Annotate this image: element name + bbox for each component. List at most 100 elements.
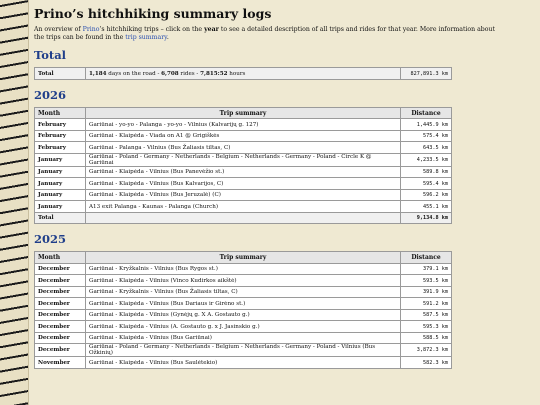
row-trip: Gariūnai - Poland - Germany - Netherland… [85, 343, 401, 358]
header-month: Month [34, 106, 86, 120]
table-row: February Gariūnai - yo-yo - Palanga - yo-… [34, 118, 452, 131]
row-month: January [34, 165, 86, 179]
header-trip-summary: Trip summary [85, 106, 401, 120]
row-distance: 455.1 km [400, 200, 452, 213]
header-trip-summary: Trip summary [85, 251, 401, 264]
header-distance: Distance [400, 106, 452, 120]
row-month: January [34, 177, 86, 190]
row-month: February [34, 118, 86, 131]
table-header-row: Month Trip summary Distance [34, 251, 452, 264]
table-row: January Gariūnai - Klaipėda - Vilnius (Bu… [34, 165, 452, 179]
row-trip: Gariūnai - Poland - Germany - Netherland… [85, 152, 401, 167]
row-trip: Gariūnai - Kryžkalnis - Vilnius (Bus Žal… [85, 285, 401, 299]
table-row: January Gariūnai - Klaipėda - Vilnius (Bu… [34, 177, 452, 190]
year-total-distance: 9,134.8 km [400, 211, 452, 225]
row-month: January [34, 152, 86, 167]
row-month: January [34, 200, 86, 213]
row-distance: 1,445.9 km [400, 118, 452, 131]
total-heading: Total [34, 48, 67, 63]
total-rides-text: rides - [178, 70, 201, 77]
table-row: January Gariūnai - Klaipėda - Vilnius (Bu… [34, 188, 452, 202]
total-summary-row: Total 1,184 days on the road - 6,708 rid… [34, 67, 452, 80]
row-month: December [34, 308, 86, 322]
table-row: December Gariūnai - Klaipėda - Vilnius (V… [34, 274, 452, 287]
row-month: February [34, 141, 86, 154]
table-row: December Gariūnai - Poland - Germany - Ne… [34, 343, 452, 358]
year-heading-2025[interactable]: 2025 [34, 232, 534, 246]
table-row: January A13 exit Palanga - Kaunas - Palan… [34, 200, 452, 213]
row-distance: 3,872.3 km [400, 343, 452, 358]
row-distance: 575.4 km [400, 129, 452, 143]
total-days: 1,184 [89, 70, 107, 77]
year-heading-2026[interactable]: 2026 [34, 88, 534, 102]
total-hours-text: hours [227, 70, 246, 77]
row-trip: Gariūnai - Klaipėda - Vilnius (Bus Panev… [85, 165, 401, 179]
row-trip: Gariūnai - Klaipėda - Vilnius (A. Gostau… [85, 320, 401, 333]
table-row: December Gariūnai - Kryžkalnis - Vilnius … [34, 285, 452, 299]
row-month: February [34, 129, 86, 143]
row-distance: 591.2 km [400, 297, 452, 310]
row-trip: Gariūnai - Klaipėda - Vilnius (Bus Daria… [85, 297, 401, 310]
row-month: December [34, 285, 86, 299]
row-month: November [34, 356, 86, 369]
year-total-label: Total [34, 211, 86, 225]
main-content: Prino’s hitchhiking summary logs An over… [34, 0, 534, 369]
row-month: December [34, 343, 86, 358]
total-distance: 827,891.3 km [400, 67, 452, 80]
row-distance: 596.2 km [400, 188, 452, 202]
row-trip: Gariūnai - Klaipėda - Vilnius (Vinco Kud… [85, 274, 401, 287]
prino-link[interactable]: Prino [83, 26, 100, 33]
row-trip: Gariūnai - Klaipėda - Vilnius (Bus Jeruz… [85, 188, 401, 202]
trips-table-2026: Month Trip summary Distance February Gari… [34, 106, 452, 225]
trips-table-2025: Month Trip summary Distance December Gari… [34, 251, 452, 369]
row-distance: 588.5 km [400, 331, 452, 345]
row-month: December [34, 320, 86, 333]
year-total-row: Total 9,134.8 km [34, 211, 452, 225]
row-distance: 595.4 km [400, 177, 452, 190]
table-row: December Gariūnai - Klaipėda - Vilnius (B… [34, 331, 452, 345]
row-distance: 4,233.5 km [400, 152, 452, 167]
total-rides: 6,708 [161, 70, 179, 77]
spiral-binding-decoration [0, 0, 29, 405]
table-row: December Gariūnai - Klaipėda - Vilnius (G… [34, 308, 452, 322]
row-month: December [34, 297, 86, 310]
row-trip: Gariūnai - Klaipėda - Vilnius (Bus Kalva… [85, 177, 401, 190]
row-trip: Gariūnai - Klaipėda - Vilnius (Bus Saulė… [85, 356, 401, 369]
row-distance: 643.5 km [400, 141, 452, 154]
table-row: February Gariūnai - Klaipėda - Viada on A… [34, 129, 452, 143]
table-row: February Gariūnai - Palanga - Vilnius (Bu… [34, 141, 452, 154]
row-distance: 391.9 km [400, 285, 452, 299]
row-trip: A13 exit Palanga - Kaunas - Palanga (Chu… [85, 200, 401, 213]
intro-text-1: An overview of [34, 26, 83, 33]
row-trip: Gariūnai - Klaipėda - Viada on A1 @ Grig… [85, 129, 401, 143]
row-month: December [34, 262, 86, 276]
year-link-2025[interactable]: 2025 [34, 232, 66, 246]
row-distance: 589.8 km [400, 165, 452, 179]
row-distance: 593.5 km [400, 274, 452, 287]
total-hours: 7,815:52 [200, 70, 228, 77]
total-stats: 1,184 days on the road - 6,708 rides - 7… [85, 67, 401, 80]
intro-paragraph: An overview of Prino’s hitchhiking trips… [34, 26, 504, 42]
table-row: December Gariūnai - Klaipėda - Vilnius (B… [34, 297, 452, 310]
year-link-2026[interactable]: 2026 [34, 88, 66, 102]
total-table: Total 1,184 days on the road - 6,708 rid… [34, 67, 452, 80]
year-total-empty [85, 211, 401, 225]
table-row: January Gariūnai - Poland - Germany - Net… [34, 152, 452, 167]
row-distance: 595.3 km [400, 320, 452, 333]
page-title: Prino’s hitchhiking summary logs [34, 6, 272, 21]
row-distance: 582.3 km [400, 356, 452, 369]
total-days-text: days on the road - [106, 70, 162, 77]
row-trip: Gariūnai - Klaipėda - Vilnius (Gynėjų g.… [85, 308, 401, 322]
row-trip: Gariūnai - Kryžkalnis - Vilnius (Bus Ryg… [85, 262, 401, 276]
header-distance: Distance [400, 251, 452, 264]
trip-summary-link[interactable]: trip summary [125, 34, 167, 41]
table-header-row: Month Trip summary Distance [34, 106, 452, 120]
row-distance: 379.1 km [400, 262, 452, 276]
row-month: January [34, 188, 86, 202]
row-trip: Gariūnai - Klaipėda - Vilnius (Bus Gariū… [85, 331, 401, 345]
header-month: Month [34, 251, 86, 264]
row-trip: Gariūnai - Palanga - Vilnius (Bus Žalias… [85, 141, 401, 154]
table-row: December Gariūnai - Klaipėda - Vilnius (A… [34, 320, 452, 333]
row-month: December [34, 274, 86, 287]
row-distance: 587.5 km [400, 308, 452, 322]
